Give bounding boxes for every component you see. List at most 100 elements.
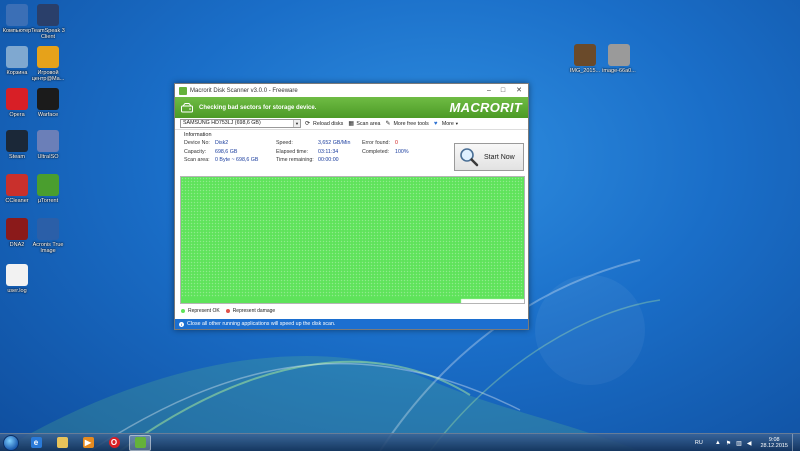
show-desktop-button[interactable] [792, 434, 800, 451]
more-chevron-icon: ▼ [454, 121, 459, 126]
time-remaining-value: 00:00:00 [318, 157, 339, 164]
desktop-icon-label: user.log [7, 288, 27, 294]
clock-date: 28.12.2015 [760, 443, 788, 449]
speed-label: Speed: [276, 140, 293, 147]
legend: Represent OK Represent damage [181, 308, 275, 314]
reload-disks-button[interactable]: ⟳ Reload disks [305, 121, 343, 127]
disk-scan-icon [181, 102, 193, 112]
image-file-icon [574, 44, 596, 66]
text-file-icon [6, 264, 28, 286]
desktop-icon-left-6[interactable]: Steam [0, 130, 34, 160]
disk-scanner-window: Macrorit Disk Scanner v3.0.0 - Freeware … [174, 83, 529, 330]
desktop-icon-label: Acronis True Image [32, 242, 64, 254]
sector-map [180, 176, 525, 304]
device-no-label: Device No: [184, 140, 210, 147]
desktop-icon-left-5[interactable]: Warface [31, 88, 65, 118]
clock[interactable]: 9:08 28.12.2015 [760, 437, 788, 449]
internet-explorer-icon: e [30, 437, 42, 448]
damage-dot-icon [225, 309, 230, 313]
ccleaner-icon [6, 174, 28, 196]
device-select[interactable]: SAMSUNG HD753LJ (698,6 GB) ▼ [180, 119, 301, 128]
taskbar-media-player[interactable]: ▶ [77, 435, 99, 451]
sector-grid [181, 177, 524, 303]
disk-scanner-icon [134, 437, 146, 448]
desktop-icon-left-3[interactable]: Игровой центр@Ma... [31, 46, 65, 82]
desktop-icon-label: TeamSpeak 3 Client [31, 28, 65, 40]
desktop-icon-label: Warface [37, 112, 59, 118]
app-icon [179, 86, 187, 95]
language-indicator[interactable]: RU [695, 440, 703, 446]
opera-icon [6, 88, 28, 110]
legend-ok-label: Represent OK [188, 308, 220, 314]
close-button[interactable]: ✕ [510, 85, 528, 96]
ok-dot-icon [181, 309, 185, 313]
start-now-button[interactable]: Start Now [454, 143, 524, 171]
teamspeak-icon [37, 4, 59, 26]
magnifier-icon [460, 148, 479, 167]
capacity-label: Capacity: [184, 148, 207, 155]
desktop-icon-label: Opera [9, 112, 25, 118]
desktop-icon-left-4[interactable]: Opera [0, 88, 34, 118]
start-button[interactable] [3, 434, 19, 451]
taskbar-opera[interactable]: O [103, 435, 125, 451]
desktop-icon-left-11[interactable]: Acronis True Image [31, 218, 65, 254]
recycle-bin-icon [6, 46, 28, 68]
more-menu-button[interactable]: ♥ More ▼ [434, 121, 459, 127]
show-hidden-icons-icon[interactable]: ▲ [715, 440, 721, 446]
desktop-icon-left-2[interactable]: Корзина [0, 46, 34, 76]
scan-area-icon: ▦ [348, 120, 354, 127]
computer-icon [6, 4, 28, 26]
acronis-icon [37, 218, 59, 240]
media-player-icon: ▶ [82, 437, 94, 448]
taskbar-ie[interactable]: e [25, 435, 47, 451]
volume-icon[interactable]: ◀ [747, 440, 752, 447]
scan-area-button[interactable]: ▦ Scan area [348, 121, 380, 127]
maximize-button[interactable]: □ [496, 85, 510, 96]
desktop-icon-label: Игровой центр@Ma... [31, 70, 65, 82]
desktop-icon-left-1[interactable]: TeamSpeak 3 Client [31, 4, 65, 40]
desktop-icon-label: UltraISO [37, 154, 59, 160]
more-free-tools-button[interactable]: ✎ More free tools [385, 121, 428, 127]
status-text: Close all other running applications wil… [187, 321, 336, 327]
minimize-button[interactable]: – [482, 85, 496, 96]
taskbar: e ▶ O RU ▲ ⚑ ▥ ◀ 9:08 28.12.2015 [0, 433, 800, 451]
banner-text: Checking bad sectors for storage device. [199, 104, 317, 111]
desktop-icon-label: image-66a0... [602, 68, 636, 74]
desktop-icon-label: DNA2 [9, 242, 25, 248]
error-found-label: Error found: [362, 140, 390, 147]
start-now-label: Start Now [484, 153, 515, 161]
tools-icon: ✎ [385, 120, 391, 127]
speed-value: 3,652 GB/Min [318, 140, 351, 147]
desktop-icon-left-0[interactable]: Компьютер [0, 4, 34, 34]
desktop-icon-right-1[interactable]: image-66a0... [602, 44, 636, 74]
desktop-icon-left-9[interactable]: µTorrent [31, 174, 65, 204]
status-bar: i Close all other running applications w… [175, 319, 528, 329]
taskbar-disk-scanner[interactable] [129, 434, 151, 451]
reload-disks-label: Reload disks [313, 120, 344, 127]
network-icon[interactable]: ▥ [736, 440, 742, 447]
desktop-icon-left-10[interactable]: DNA2 [0, 218, 34, 248]
scan-area-info-value: 0 Byte ~ 698,6 GB [215, 157, 259, 164]
desktop-icon-left-12[interactable]: user.log [0, 264, 34, 294]
dota-icon [6, 218, 28, 240]
game-center-icon [37, 46, 59, 68]
system-tray: RU ▲ ⚑ ▥ ◀ 9:08 28.12.2015 [695, 434, 788, 451]
title-bar[interactable]: Macrorit Disk Scanner v3.0.0 - Freeware … [175, 84, 528, 97]
taskbar-explorer[interactable] [51, 435, 73, 451]
desktop-icon-label: Компьютер [2, 28, 32, 34]
desktop-icon-label: IMG_2015... [569, 68, 601, 74]
desktop-icon-left-7[interactable]: UltraISO [31, 130, 65, 160]
warface-icon [37, 88, 59, 110]
device-select-value: SAMSUNG HD753LJ (698,6 GB) [183, 120, 261, 126]
completed-label: Completed: [362, 148, 390, 155]
chevron-down-icon[interactable]: ▼ [293, 120, 300, 127]
image-file-icon [608, 44, 630, 66]
folder-icon [56, 437, 68, 448]
time-remaining-label: Time remaining: [276, 157, 314, 164]
scan-area-label: Scan area [356, 120, 381, 127]
steam-icon [6, 130, 28, 152]
desktop-icon-right-0[interactable]: IMG_2015... [568, 44, 602, 74]
flag-icon[interactable]: ⚑ [726, 440, 731, 447]
completed-value: 100% [395, 148, 409, 155]
desktop-icon-left-8[interactable]: CCleaner [0, 174, 34, 204]
